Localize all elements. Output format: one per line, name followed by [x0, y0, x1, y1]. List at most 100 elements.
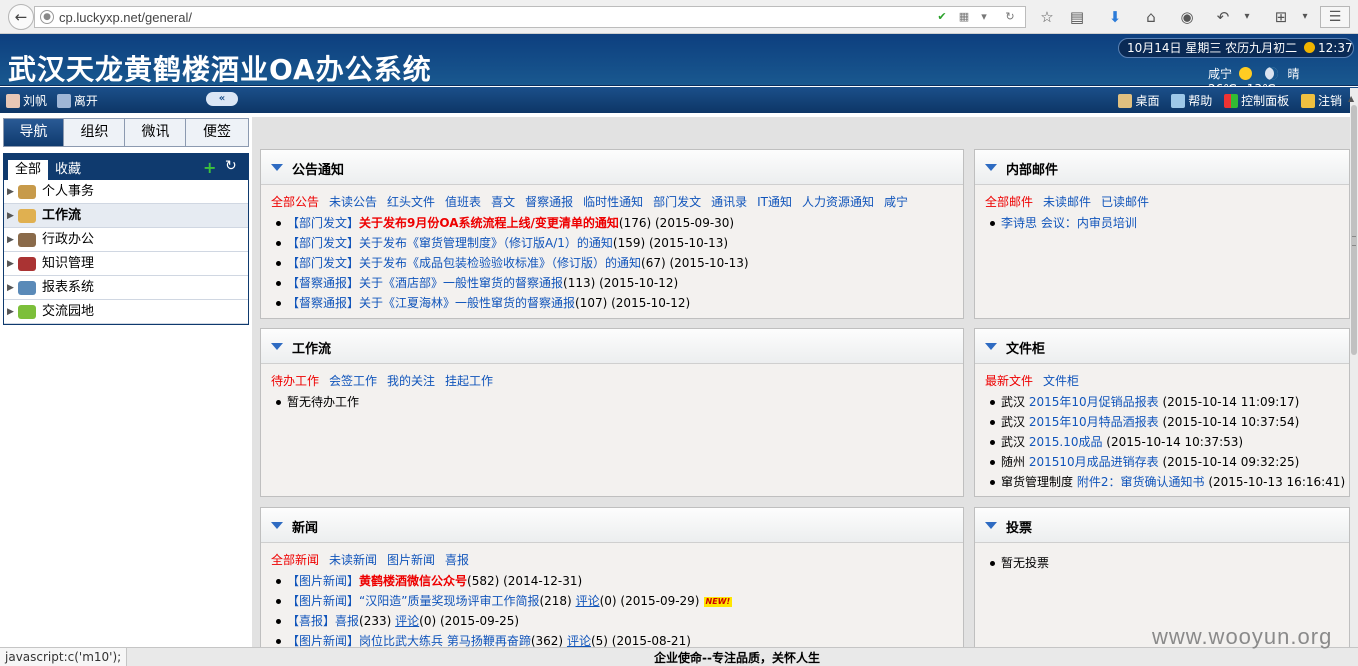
add-icon[interactable]: + — [203, 158, 216, 177]
item-title-link[interactable]: 关于发布9月份OA系统流程上线/变更清单的通知 — [359, 216, 619, 230]
download-icon[interactable]: ⬇ — [1104, 6, 1126, 28]
filter-link[interactable]: 值班表 — [445, 195, 481, 209]
refresh-icon[interactable]: ↻ — [225, 158, 237, 174]
expand-arrow-icon[interactable]: ▶ — [7, 276, 14, 300]
collapse-triangle-icon[interactable] — [985, 343, 997, 350]
filter-link[interactable]: 文件柜 — [1043, 374, 1079, 388]
shield-icon[interactable]: ✔ — [935, 10, 949, 24]
collapse-triangle-icon[interactable] — [985, 522, 997, 529]
filter-link[interactable]: 我的关注 — [387, 374, 435, 388]
filter-link[interactable]: 督察通报 — [525, 195, 573, 209]
filter-link[interactable]: 图片新闻 — [387, 553, 435, 567]
star-icon[interactable]: ☆ — [1036, 6, 1058, 28]
user-status[interactable]: 离开 — [74, 94, 98, 108]
filter-link[interactable]: 未读新闻 — [329, 553, 377, 567]
filter-link[interactable]: 部门发文 — [653, 195, 701, 209]
item-title-link[interactable]: 关于《江夏海林》一般性窜货的督察通报 — [359, 296, 575, 310]
panel-header[interactable]: 文件柜 — [975, 329, 1349, 364]
tab-nav[interactable]: 导航 — [4, 119, 64, 146]
crop-icon[interactable]: ⊞ — [1270, 6, 1292, 28]
filter-link[interactable]: IT通知 — [757, 195, 792, 209]
file-link[interactable]: 2015年10月特品酒报表 — [1029, 415, 1159, 429]
filter-link[interactable]: 最新文件 — [985, 374, 1033, 388]
menu-icon[interactable]: ☰ — [1320, 6, 1350, 28]
dropdown-icon[interactable]: ▾ — [977, 10, 991, 24]
scroll-up-icon[interactable]: ▲ — [1348, 94, 1354, 103]
item-title-link[interactable]: 喜报 — [335, 614, 359, 628]
filter-link[interactable]: 临时性通知 — [583, 195, 643, 209]
filter-link[interactable]: 红头文件 — [387, 195, 435, 209]
reading-list-icon[interactable]: ▤ — [1066, 6, 1088, 28]
subtab-all[interactable]: 全部 — [8, 160, 48, 180]
help-link[interactable]: 帮助 — [1188, 94, 1212, 108]
file-link[interactable]: 2015年10月促销品报表 — [1029, 395, 1159, 409]
expand-arrow-icon[interactable]: ▶ — [7, 228, 14, 252]
file-link[interactable]: 附件2：窜货确认通知书 — [1077, 475, 1205, 489]
collapse-triangle-icon[interactable] — [271, 522, 283, 529]
undo-icon[interactable]: ↶ — [1212, 6, 1234, 28]
panel-header[interactable]: 工作流 — [261, 329, 963, 364]
expand-arrow-icon[interactable]: ▶ — [7, 252, 14, 276]
item-category[interactable]: 【督察通报】 — [287, 296, 359, 310]
filter-link[interactable]: 全部邮件 — [985, 195, 1033, 209]
panel-header[interactable]: 公告通知 — [261, 150, 963, 185]
collapse-triangle-icon[interactable] — [985, 164, 997, 171]
item-title-link[interactable]: “汉阳造”质量奖现场评审工作简报 — [359, 594, 539, 608]
chat-icon[interactable]: ◉ — [1176, 6, 1198, 28]
item-category[interactable]: 【图片新闻】 — [287, 594, 359, 608]
reload-icon[interactable]: ↻ — [1003, 10, 1017, 24]
filter-link[interactable]: 通讯录 — [711, 195, 747, 209]
item-category[interactable]: 【喜报】 — [287, 614, 335, 628]
collapse-sidebar-icon[interactable]: « — [206, 92, 238, 106]
control-panel-link[interactable]: 控制面板 — [1241, 94, 1289, 108]
collapse-triangle-icon[interactable] — [271, 343, 283, 350]
menu-item[interactable]: ▶ 工作流 — [4, 204, 248, 228]
filter-link[interactable]: 挂起工作 — [445, 374, 493, 388]
item-title-link[interactable]: 关于发布《窜货管理制度》（修订版A/1）的通知 — [359, 236, 613, 250]
logout-link[interactable]: 注销 — [1318, 94, 1342, 108]
user-name[interactable]: 刘帆 — [23, 94, 47, 108]
tab-notes[interactable]: 便签 — [187, 119, 247, 146]
item-category[interactable]: 【督察通报】 — [287, 276, 359, 290]
filter-link[interactable]: 未读公告 — [329, 195, 377, 209]
item-title-link[interactable]: 黄鹤楼酒微信公众号 — [359, 574, 467, 588]
desktop-link[interactable]: 桌面 — [1135, 94, 1159, 108]
filter-link[interactable]: 人力资源通知 — [802, 195, 874, 209]
menu-item[interactable]: ▶ 交流园地 — [4, 300, 248, 324]
scrollbar-thumb[interactable] — [1351, 105, 1357, 355]
filter-link[interactable]: 全部公告 — [271, 195, 319, 209]
undo-menu-icon[interactable]: ▾ — [1236, 6, 1258, 28]
menu-item[interactable]: ▶ 个人事务 — [4, 180, 248, 204]
panel-header[interactable]: 新闻 — [261, 508, 963, 543]
file-link[interactable]: 201510月成品进销存表 — [1029, 455, 1159, 469]
menu-item[interactable]: ▶ 知识管理 — [4, 252, 248, 276]
comment-link[interactable]: 评论 — [576, 594, 600, 608]
collapse-triangle-icon[interactable] — [271, 164, 283, 171]
expand-arrow-icon[interactable]: ▶ — [7, 300, 14, 324]
expand-arrow-icon[interactable]: ▶ — [7, 204, 14, 228]
filter-link[interactable]: 未读邮件 — [1043, 195, 1091, 209]
filter-link[interactable]: 咸宁 — [884, 195, 908, 209]
tab-message[interactable]: 微讯 — [126, 119, 186, 146]
comment-link[interactable]: 评论 — [395, 614, 419, 628]
filter-link[interactable]: 全部新闻 — [271, 553, 319, 567]
item-title-link[interactable]: 关于发布《成品包装检验验收标准》（修订版）的通知 — [359, 256, 641, 270]
tab-org[interactable]: 组织 — [65, 119, 125, 146]
item-category[interactable]: 【图片新闻】 — [287, 634, 359, 648]
file-link[interactable]: 2015.10成品 — [1029, 435, 1103, 449]
menu-item[interactable]: ▶ 行政办公 — [4, 228, 248, 252]
subtab-favorites[interactable]: 收藏 — [55, 160, 81, 180]
item-category[interactable]: 【部门发文】 — [287, 256, 359, 270]
item-category[interactable]: 【部门发文】 — [287, 216, 359, 230]
comment-link[interactable]: 评论 — [567, 634, 591, 648]
home-icon[interactable]: ⌂ — [1140, 6, 1162, 28]
filter-link[interactable]: 待办工作 — [271, 374, 319, 388]
qr-icon[interactable]: ▦ — [957, 10, 971, 24]
item-category[interactable]: 【部门发文】 — [287, 236, 359, 250]
panel-header[interactable]: 投票 — [975, 508, 1349, 543]
mail-link[interactable]: 李诗思 会议：内审员培训 — [1001, 216, 1137, 230]
crop-menu-icon[interactable]: ▾ — [1294, 6, 1316, 28]
item-title-link[interactable]: 关于《酒店部》一般性窜货的督察通报 — [359, 276, 563, 290]
address-bar[interactable]: ● cp.luckyxp.net/general/ ✔ ▦ ▾ ↻ — [34, 6, 1026, 28]
filter-link[interactable]: 会签工作 — [329, 374, 377, 388]
